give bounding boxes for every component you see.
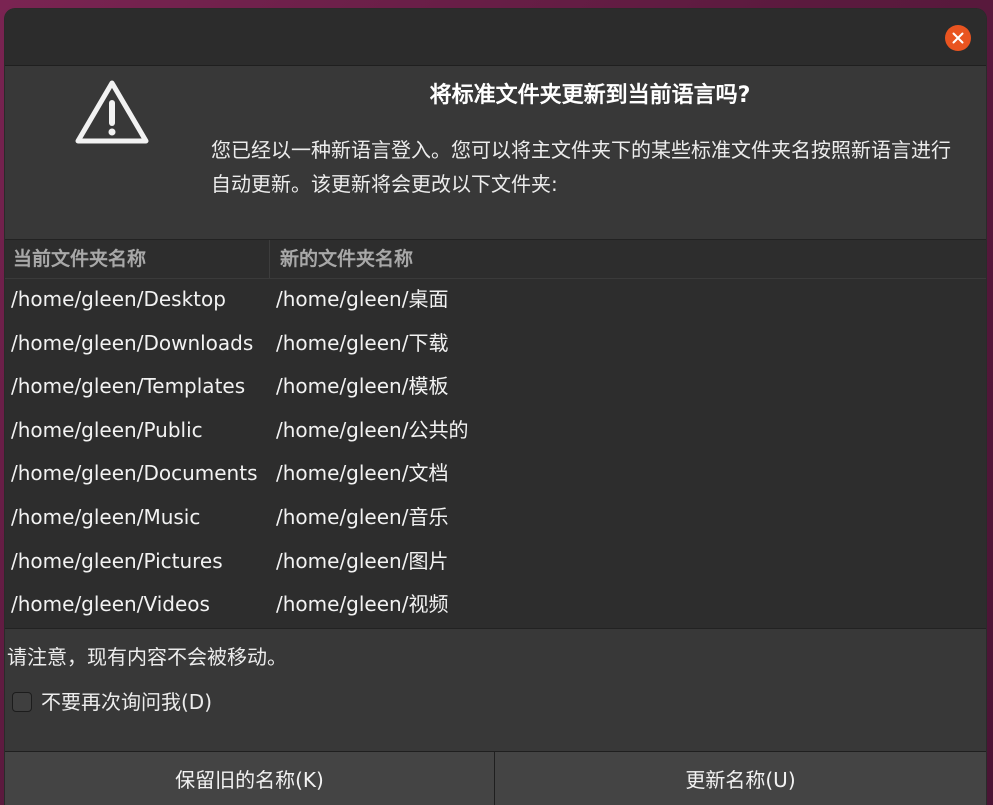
close-button[interactable] (945, 25, 971, 51)
folder-table: 当前文件夹名称 新的文件夹名称 /home/gleen/Desktop /hom… (5, 239, 986, 629)
close-icon (952, 32, 964, 44)
current-folder-cell: /home/gleen/Templates (11, 374, 246, 399)
current-folder-cell: /home/gleen/Public (11, 417, 203, 442)
current-folder-cell: /home/gleen/Desktop (11, 287, 226, 311)
dont-ask-again-checkbox[interactable] (12, 692, 32, 712)
table-row[interactable]: /home/gleen/Public /home/gleen/公共的 (5, 410, 986, 454)
update-folders-dialog: 将标准文件夹更新到当前语言吗? 您已经以一种新语言登入。您可以将主文件夹下的某些… (5, 9, 986, 805)
new-folder-cell: /home/gleen/音乐 (276, 504, 449, 529)
dialog-heading: 将标准文件夹更新到当前语言吗? (429, 83, 751, 108)
table-row[interactable]: /home/gleen/Templates /home/gleen/模板 (5, 366, 986, 410)
new-folder-cell: /home/gleen/桌面 (276, 287, 449, 311)
current-folder-cell: /home/gleen/Downloads (11, 330, 254, 355)
desktop-background: 将标准文件夹更新到当前语言吗? 您已经以一种新语言登入。您可以将主文件夹下的某些… (0, 0, 993, 805)
new-folder-cell: /home/gleen/公共的 (276, 417, 469, 442)
note-text: 请注意，现有内容不会被移动。 (7, 645, 287, 669)
table-row[interactable]: /home/gleen/Videos /home/gleen/视频 (5, 584, 986, 628)
keep-old-names-button[interactable]: 保留旧的名称(K) (5, 751, 495, 805)
update-names-button[interactable]: 更新名称(U) (495, 751, 986, 805)
current-folder-cell: /home/gleen/Pictures (11, 548, 223, 573)
new-folder-cell: /home/gleen/图片 (276, 548, 449, 573)
table-row[interactable]: /home/gleen/Pictures /home/gleen/图片 (5, 541, 986, 585)
current-folder-cell: /home/gleen/Music (11, 504, 201, 529)
new-folder-cell: /home/gleen/文档 (276, 461, 449, 486)
new-folder-cell: /home/gleen/模板 (276, 374, 449, 399)
dialog-description: 您已经以一种新语言登入。您可以将主文件夹下的某些标准文件夹名按照新语言进行自动更… (211, 138, 951, 196)
table-row[interactable]: /home/gleen/Documents /home/gleen/文档 (5, 453, 986, 497)
current-folder-cell: /home/gleen/Videos (11, 592, 210, 617)
current-folder-cell: /home/gleen/Documents (11, 461, 258, 486)
table-row[interactable]: /home/gleen/Downloads /home/gleen/下载 (5, 323, 986, 367)
new-folder-cell: /home/gleen/视频 (276, 592, 449, 617)
table-row[interactable]: /home/gleen/Desktop /home/gleen/桌面 (5, 279, 986, 323)
column-header-new[interactable]: 新的文件夹名称 (269, 240, 580, 278)
table-body: /home/gleen/Desktop /home/gleen/桌面 /home… (5, 279, 986, 628)
title-bar (5, 9, 986, 66)
table-row[interactable]: /home/gleen/Music /home/gleen/音乐 (5, 497, 986, 541)
dont-ask-again-label[interactable]: 不要再次询问我(D) (41, 687, 212, 717)
new-folder-cell: /home/gleen/下载 (276, 330, 449, 355)
table-header: 当前文件夹名称 新的文件夹名称 (5, 240, 986, 279)
column-header-current[interactable]: 当前文件夹名称 (13, 240, 263, 278)
warning-icon (75, 80, 149, 144)
dont-ask-again-toggle[interactable]: 不要再次询问我(D) (12, 687, 212, 717)
